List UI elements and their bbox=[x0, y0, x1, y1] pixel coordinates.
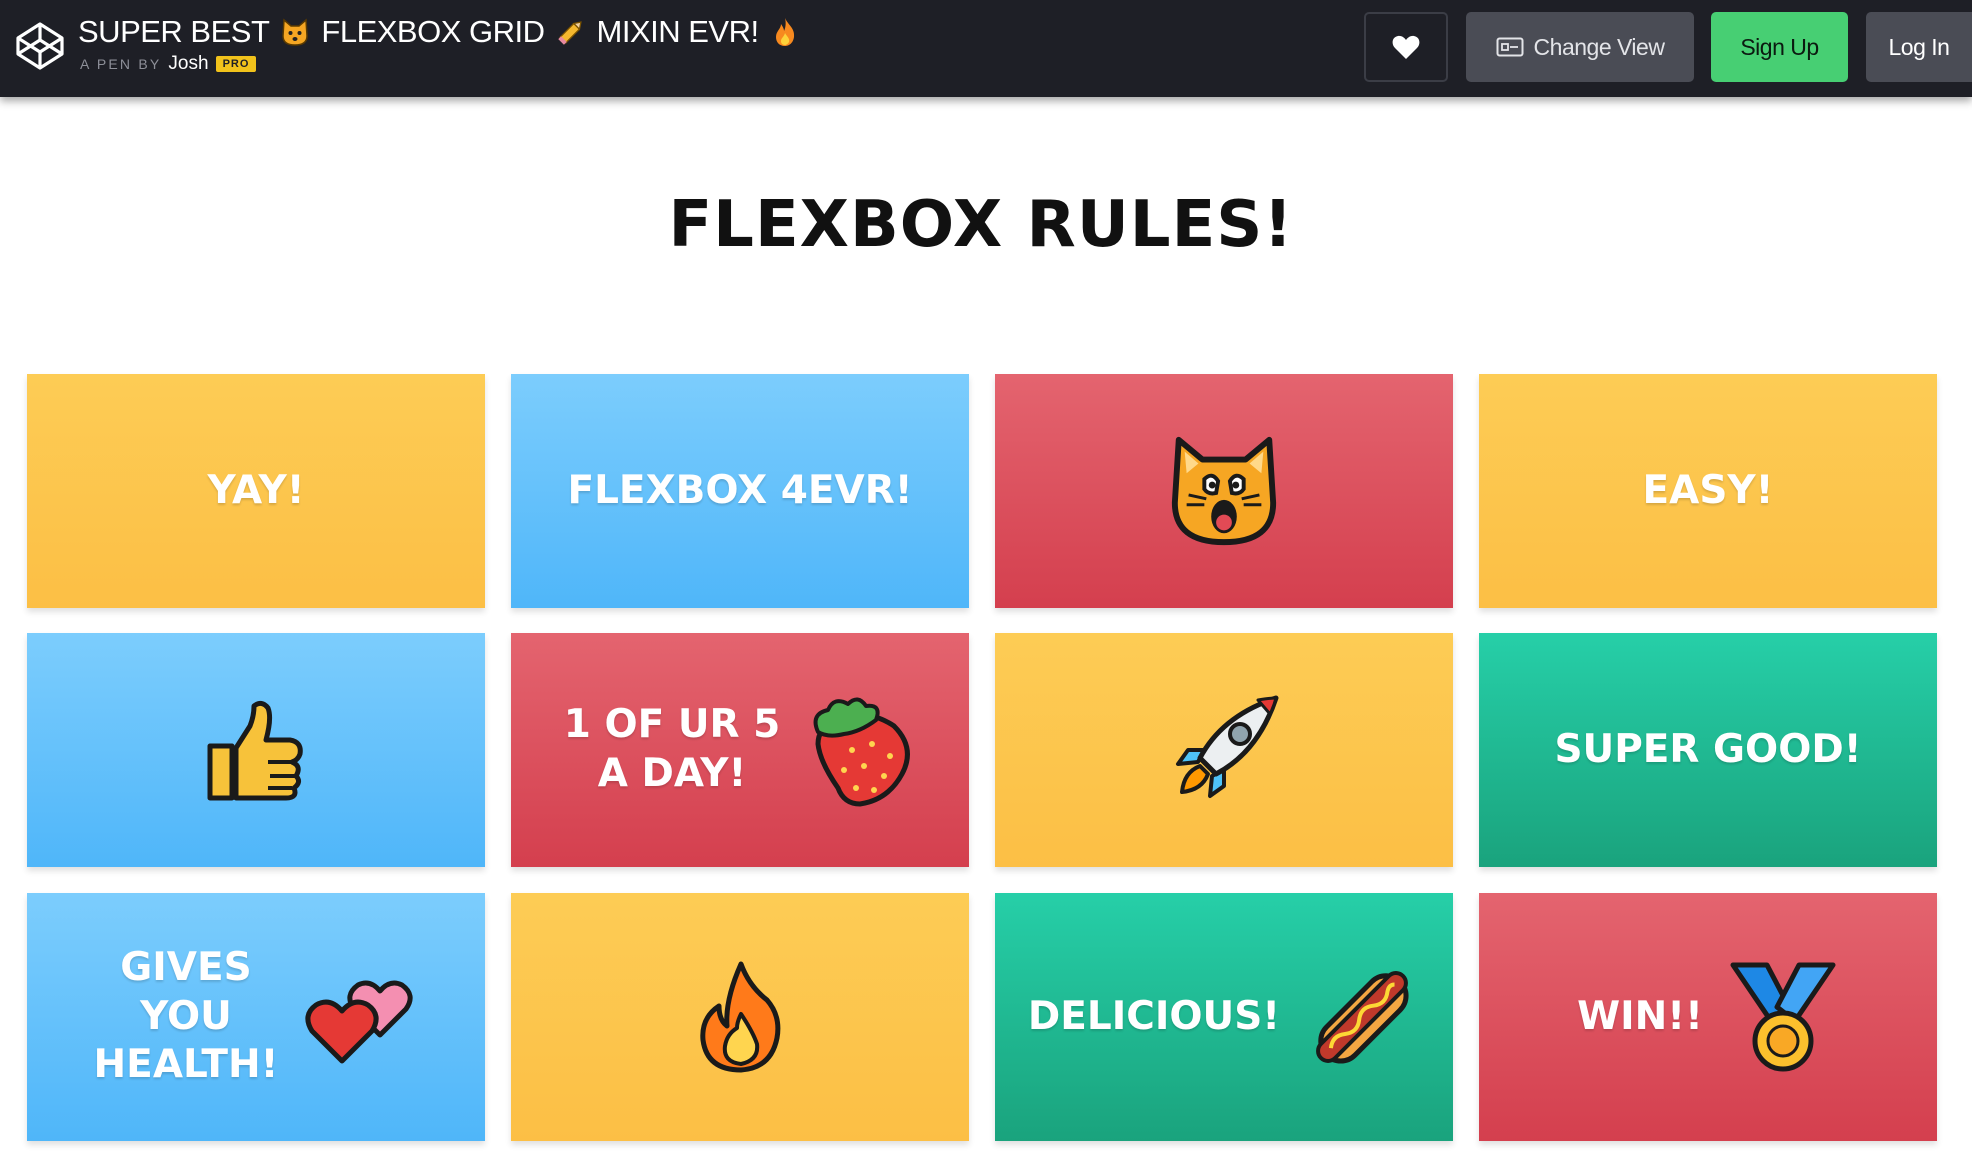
tile-label: DELICIOUS! bbox=[1027, 993, 1281, 1039]
tile-screaming-cat bbox=[995, 374, 1453, 608]
pro-badge: PRO bbox=[215, 56, 257, 72]
pen-title[interactable]: SUPER BEST FLEXBOX GRID MIXIN EVR! bbox=[78, 12, 801, 52]
flexbox-grid: YAY! FLEXBOX 4EVR! EASY! 1 OF UR 5 A DAY… bbox=[0, 0, 1972, 1157]
tile-strawberry: 1 OF UR 5 A DAY! bbox=[511, 633, 969, 867]
tile-delicious: DELICIOUS! bbox=[995, 893, 1453, 1141]
pen-author-line: A PEN BY Josh PRO bbox=[80, 53, 257, 75]
log-in-label: Log In bbox=[1888, 33, 1950, 60]
layout-icon bbox=[1496, 37, 1524, 57]
tile-label: WIN!! bbox=[1577, 993, 1703, 1039]
top-bar: SUPER BEST FLEXBOX GRID MIXIN EVR! A PEN… bbox=[0, 0, 1972, 97]
tile-label: GIVES YOU HEALTH! bbox=[93, 944, 279, 1088]
strawberry-icon bbox=[813, 697, 911, 807]
pencil-icon bbox=[557, 21, 582, 45]
tile-health: GIVES YOU HEALTH! bbox=[27, 893, 485, 1141]
tile-rocket bbox=[995, 633, 1453, 867]
tile-label: FLEXBOX 4EVR! bbox=[567, 467, 913, 513]
heart-icon bbox=[1392, 35, 1420, 59]
two-hearts-icon bbox=[305, 980, 414, 1064]
screaming-cat-icon bbox=[1171, 436, 1277, 546]
sign-up-label: Sign Up bbox=[1740, 33, 1819, 60]
medal-icon bbox=[1730, 962, 1836, 1072]
heart-button[interactable] bbox=[1364, 12, 1448, 82]
author-link[interactable]: Josh bbox=[168, 53, 208, 75]
title-part-2: FLEXBOX GRID bbox=[321, 14, 545, 49]
tile-label: 1 OF UR 5 A DAY! bbox=[563, 702, 781, 796]
tile-label: EASY! bbox=[1642, 467, 1774, 513]
fire-icon bbox=[775, 18, 794, 46]
tile-super-good: SUPER GOOD! bbox=[1479, 633, 1937, 867]
change-view-label: Change View bbox=[1533, 33, 1665, 60]
cat-face-icon bbox=[282, 18, 309, 46]
pen-by-label: A PEN BY bbox=[80, 56, 162, 72]
title-part-1: SUPER BEST bbox=[78, 14, 270, 49]
tile-fire bbox=[511, 893, 969, 1141]
tile-easy: EASY! bbox=[1479, 374, 1937, 608]
tile-flexbox-4evr: FLEXBOX 4EVR! bbox=[511, 374, 969, 608]
codepen-logo-icon[interactable] bbox=[14, 20, 66, 72]
tile-yay: YAY! bbox=[27, 374, 485, 608]
hot-dog-icon bbox=[1316, 971, 1409, 1064]
change-view-button[interactable]: Change View bbox=[1466, 12, 1694, 82]
tile-thumbs-up bbox=[27, 633, 485, 867]
title-part-3: MIXIN EVR! bbox=[596, 14, 760, 49]
tile-label: SUPER GOOD! bbox=[1554, 726, 1862, 772]
rocket-icon bbox=[1176, 695, 1279, 798]
thumbs-up-icon bbox=[207, 700, 303, 801]
log-in-button[interactable]: Log In bbox=[1866, 12, 1972, 82]
sign-up-button[interactable]: Sign Up bbox=[1711, 12, 1848, 82]
tile-label: YAY! bbox=[207, 467, 305, 513]
fire-icon bbox=[700, 961, 781, 1073]
tile-win: WIN!! bbox=[1479, 893, 1937, 1141]
